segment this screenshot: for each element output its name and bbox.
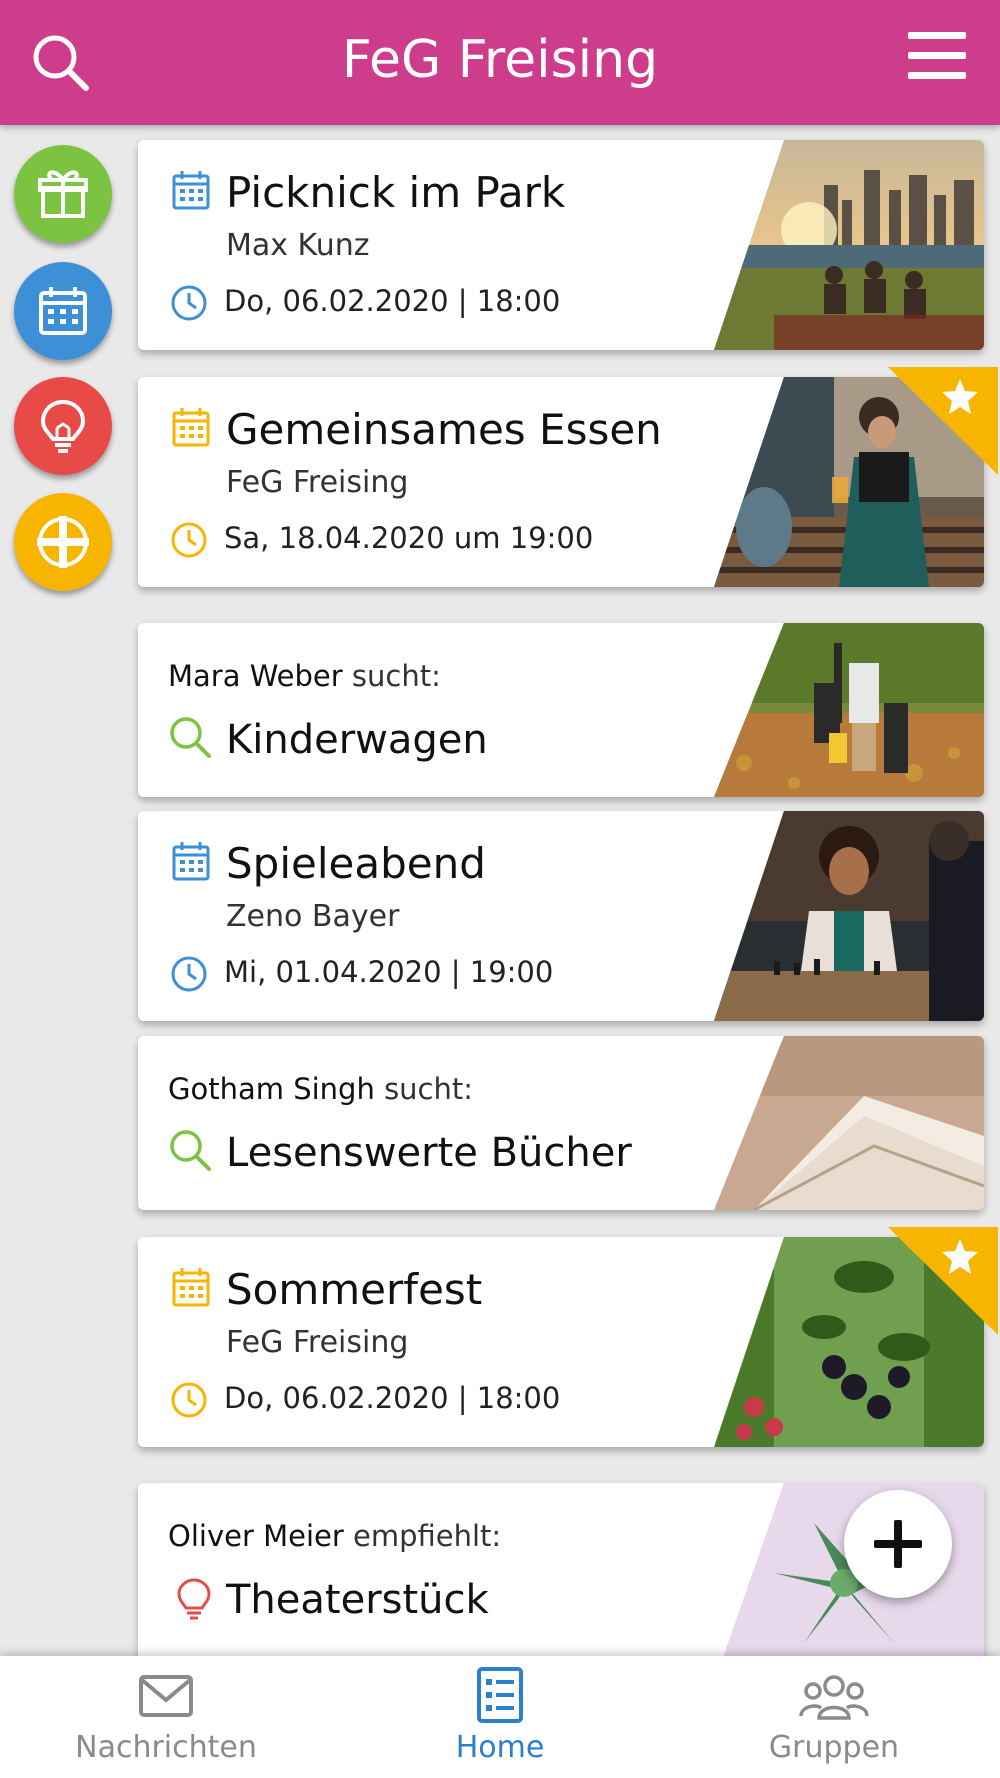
clock-icon: [171, 1382, 207, 1418]
clock-icon: [171, 956, 207, 992]
event-datetime: Mi, 01.04.2020 | 19:00: [224, 955, 554, 989]
lightbulb-icon: [40, 399, 86, 453]
lightbulb-icon: [177, 1578, 211, 1620]
calendar-category-button[interactable]: [14, 262, 112, 360]
cross-category-button[interactable]: [14, 493, 112, 591]
event-card-sommerfest[interactable]: Sommerfest FeG Freising Do, 06.02.2020 |…: [138, 1227, 998, 1447]
group-icon: [799, 1675, 869, 1720]
calendar-icon: [172, 1268, 210, 1307]
search-icon: [170, 717, 211, 758]
search-photo-kinderwagen: [714, 623, 984, 797]
search-requester: Mara Weber sucht:: [168, 659, 441, 693]
list-document-icon: [477, 1667, 523, 1723]
event-datetime: Do, 06.02.2020 | 18:00: [224, 1381, 561, 1415]
search-title: Kinderwagen: [226, 717, 488, 763]
search-photo-buecher: [714, 1036, 984, 1210]
nav-label: Nachrichten: [75, 1730, 257, 1765]
event-organizer: Max Kunz: [226, 228, 370, 263]
search-card-kinderwagen[interactable]: Mara Weber sucht: Kinderwagen: [138, 623, 984, 797]
event-card-spieleabend[interactable]: Spieleabend Zeno Bayer Mi, 01.04.2020 | …: [138, 811, 984, 1021]
app-header: FeG Freising: [0, 0, 1000, 125]
nav-groups[interactable]: Gruppen: [704, 1656, 964, 1778]
search-card-buecher[interactable]: Gotham Singh sucht: Lesenswerte Bücher: [138, 1036, 984, 1210]
gift-icon: [38, 170, 88, 218]
event-organizer: FeG Freising: [226, 465, 409, 500]
event-title: Picknick im Park: [226, 168, 566, 217]
calendar-icon: [39, 287, 87, 335]
nav-messages[interactable]: Nachrichten: [36, 1656, 296, 1778]
request-verb: empfiehlt:: [353, 1519, 502, 1553]
person-name: Oliver Meier: [168, 1519, 344, 1553]
gift-category-button[interactable]: [14, 145, 112, 243]
star-icon: [942, 1239, 978, 1274]
event-title: Spieleabend: [226, 839, 486, 888]
calendar-icon: [172, 408, 210, 447]
lightbulb-category-button[interactable]: [14, 377, 112, 475]
event-card-picknick[interactable]: Picknick im Park Max Kunz Do, 06.02.2020…: [138, 140, 984, 350]
plus-icon: [874, 1520, 922, 1568]
nav-home[interactable]: Home: [370, 1656, 630, 1778]
calendar-icon: [172, 171, 210, 210]
event-organizer: FeG Freising: [226, 1325, 409, 1360]
envelope-icon: [139, 1675, 193, 1717]
request-verb: sucht:: [351, 659, 441, 693]
add-button[interactable]: [844, 1490, 952, 1598]
search-title: Lesenswerte Bücher: [226, 1130, 632, 1176]
event-photo-spieleabend: [714, 811, 984, 1021]
person-name: Mara Weber: [168, 659, 343, 693]
search-requester: Gotham Singh sucht:: [168, 1072, 473, 1106]
event-organizer: Zeno Bayer: [226, 899, 400, 934]
bottom-navigation: Nachrichten Home Gruppen: [0, 1656, 1000, 1778]
search-icon: [170, 1130, 211, 1171]
calendar-icon: [172, 842, 210, 881]
cross-icon: [37, 516, 89, 568]
event-card-essen[interactable]: Gemeinsames Essen FeG Freising Sa, 18.04…: [138, 367, 998, 587]
hamburger-menu-icon[interactable]: [908, 30, 966, 82]
event-photo-picknick: [714, 140, 984, 350]
recommendation-photo-theater: [714, 1483, 984, 1683]
clock-icon: [171, 522, 207, 558]
recommendation-title: Theaterstück: [226, 1577, 489, 1623]
person-name: Gotham Singh: [168, 1072, 375, 1106]
nav-label: Gruppen: [768, 1730, 900, 1765]
page-title: FeG Freising: [341, 30, 659, 90]
event-title: Sommerfest: [226, 1265, 483, 1314]
event-datetime: Sa, 18.04.2020 um 19:00: [224, 521, 594, 555]
recommender: Oliver Meier empfiehlt:: [168, 1519, 501, 1553]
request-verb: sucht:: [384, 1072, 474, 1106]
event-datetime: Do, 06.02.2020 | 18:00: [224, 284, 561, 318]
nav-label: Home: [455, 1730, 545, 1765]
clock-icon: [171, 285, 207, 321]
star-icon: [942, 379, 978, 414]
event-title: Gemeinsames Essen: [226, 405, 662, 454]
